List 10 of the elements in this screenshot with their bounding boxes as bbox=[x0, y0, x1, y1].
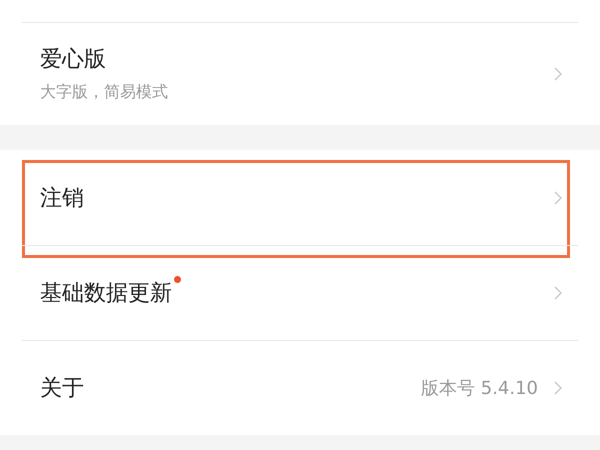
row-title[interactable]: 爱心版 bbox=[40, 44, 106, 74]
row-title[interactable]: 关于 bbox=[40, 372, 84, 402]
chevron-icon bbox=[554, 190, 562, 204]
row-value: 版本号 5.4.10 bbox=[421, 376, 538, 400]
chevron-icon bbox=[554, 380, 562, 394]
row-title[interactable]: 基础数据更新 bbox=[40, 278, 172, 308]
row-subtitle: 大字版，简易模式 bbox=[40, 82, 169, 103]
chevron-icon bbox=[554, 286, 562, 300]
row-title[interactable]: 注销 bbox=[40, 182, 84, 212]
chevron-icon bbox=[554, 66, 562, 80]
